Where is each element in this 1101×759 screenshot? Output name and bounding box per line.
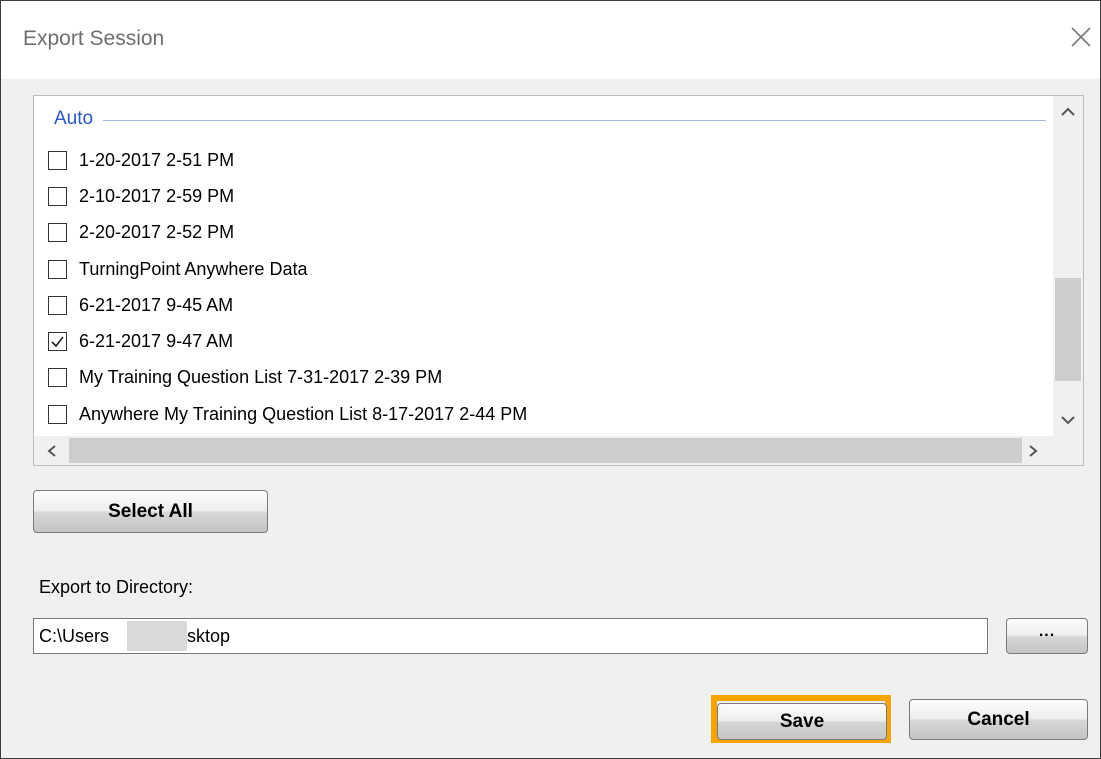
session-checkbox[interactable] xyxy=(48,150,67,170)
vertical-scroll-thumb[interactable] xyxy=(1055,278,1081,381)
session-checkbox[interactable] xyxy=(48,332,67,352)
session-checkbox[interactable] xyxy=(48,295,67,315)
scrollbar-corner xyxy=(1053,436,1083,465)
session-label: 6-21-2017 9-47 AM xyxy=(79,331,234,352)
session-checkbox[interactable] xyxy=(48,404,67,424)
session-items: 1-20-2017 2-51 PM 2-10-2017 2-59 PM 2-20-2… xyxy=(48,142,1038,432)
group-header: Auto xyxy=(54,105,1046,133)
window-title: Export Session xyxy=(23,27,165,50)
list-item[interactable]: My Training Question List 7-31-2017 2-39… xyxy=(48,360,1038,396)
title-bar: Export Session xyxy=(1,1,1100,79)
session-label: 2-20-2017 2-52 PM xyxy=(79,222,235,243)
list-item[interactable]: 1-20-2017 2-51 PM xyxy=(48,142,1038,178)
scroll-down-arrow-icon[interactable] xyxy=(1060,414,1076,426)
close-button[interactable] xyxy=(1065,21,1097,53)
redacted-username xyxy=(127,621,187,651)
checkmark-icon xyxy=(51,336,64,348)
list-item[interactable]: 6-21-2017 9-45 AM xyxy=(48,287,1038,323)
session-label: 1-20-2017 2-51 PM xyxy=(79,149,235,170)
list-item[interactable]: 2-20-2017 2-52 PM xyxy=(48,215,1038,251)
session-label: My Training Question List 7-31-2017 2-39… xyxy=(79,367,443,388)
session-checkbox[interactable] xyxy=(48,223,67,243)
scroll-up-arrow-icon[interactable] xyxy=(1060,106,1076,118)
vertical-scrollbar[interactable] xyxy=(1053,96,1083,436)
group-divider xyxy=(103,119,1046,121)
session-label: 2-10-2017 2-59 PM xyxy=(79,185,235,206)
group-label: Auto xyxy=(54,108,94,129)
export-directory-label: Export to Directory: xyxy=(39,577,194,597)
session-label: TurningPoint Anywhere Data xyxy=(79,258,308,279)
select-all-button[interactable]: Select All xyxy=(33,490,268,533)
session-checkbox[interactable] xyxy=(48,259,67,279)
session-list[interactable]: Auto 1-20-2017 2-51 PM 2-10-2017 2-59 PM 2… xyxy=(33,95,1084,466)
list-item[interactable]: TurningPoint Anywhere Data xyxy=(48,251,1038,287)
list-item[interactable]: 6-21-2017 9-47 AM xyxy=(48,323,1038,359)
horizontal-scroll-thumb[interactable] xyxy=(69,438,1022,463)
list-item[interactable]: Anywhere My Training Question List 8-17-… xyxy=(48,396,1038,432)
close-icon xyxy=(1071,27,1091,47)
scroll-left-arrow-icon[interactable] xyxy=(46,444,58,458)
horizontal-scrollbar[interactable] xyxy=(34,436,1053,465)
list-item[interactable]: 2-10-2017 2-59 PM xyxy=(48,178,1038,214)
session-label: 6-21-2017 9-45 AM xyxy=(79,294,234,315)
session-checkbox[interactable] xyxy=(48,186,67,206)
session-checkbox[interactable] xyxy=(48,368,67,388)
cancel-button[interactable]: Cancel xyxy=(909,699,1088,740)
scroll-right-arrow-icon[interactable] xyxy=(1027,444,1039,458)
browse-button[interactable]: ... xyxy=(1006,618,1088,654)
save-button[interactable]: Save xyxy=(717,703,887,740)
session-label: Anywhere My Training Question List 8-17-… xyxy=(79,403,528,424)
export-session-dialog: Export Session Auto 1-20-2017 2-51 PM 2-1… xyxy=(0,0,1101,759)
